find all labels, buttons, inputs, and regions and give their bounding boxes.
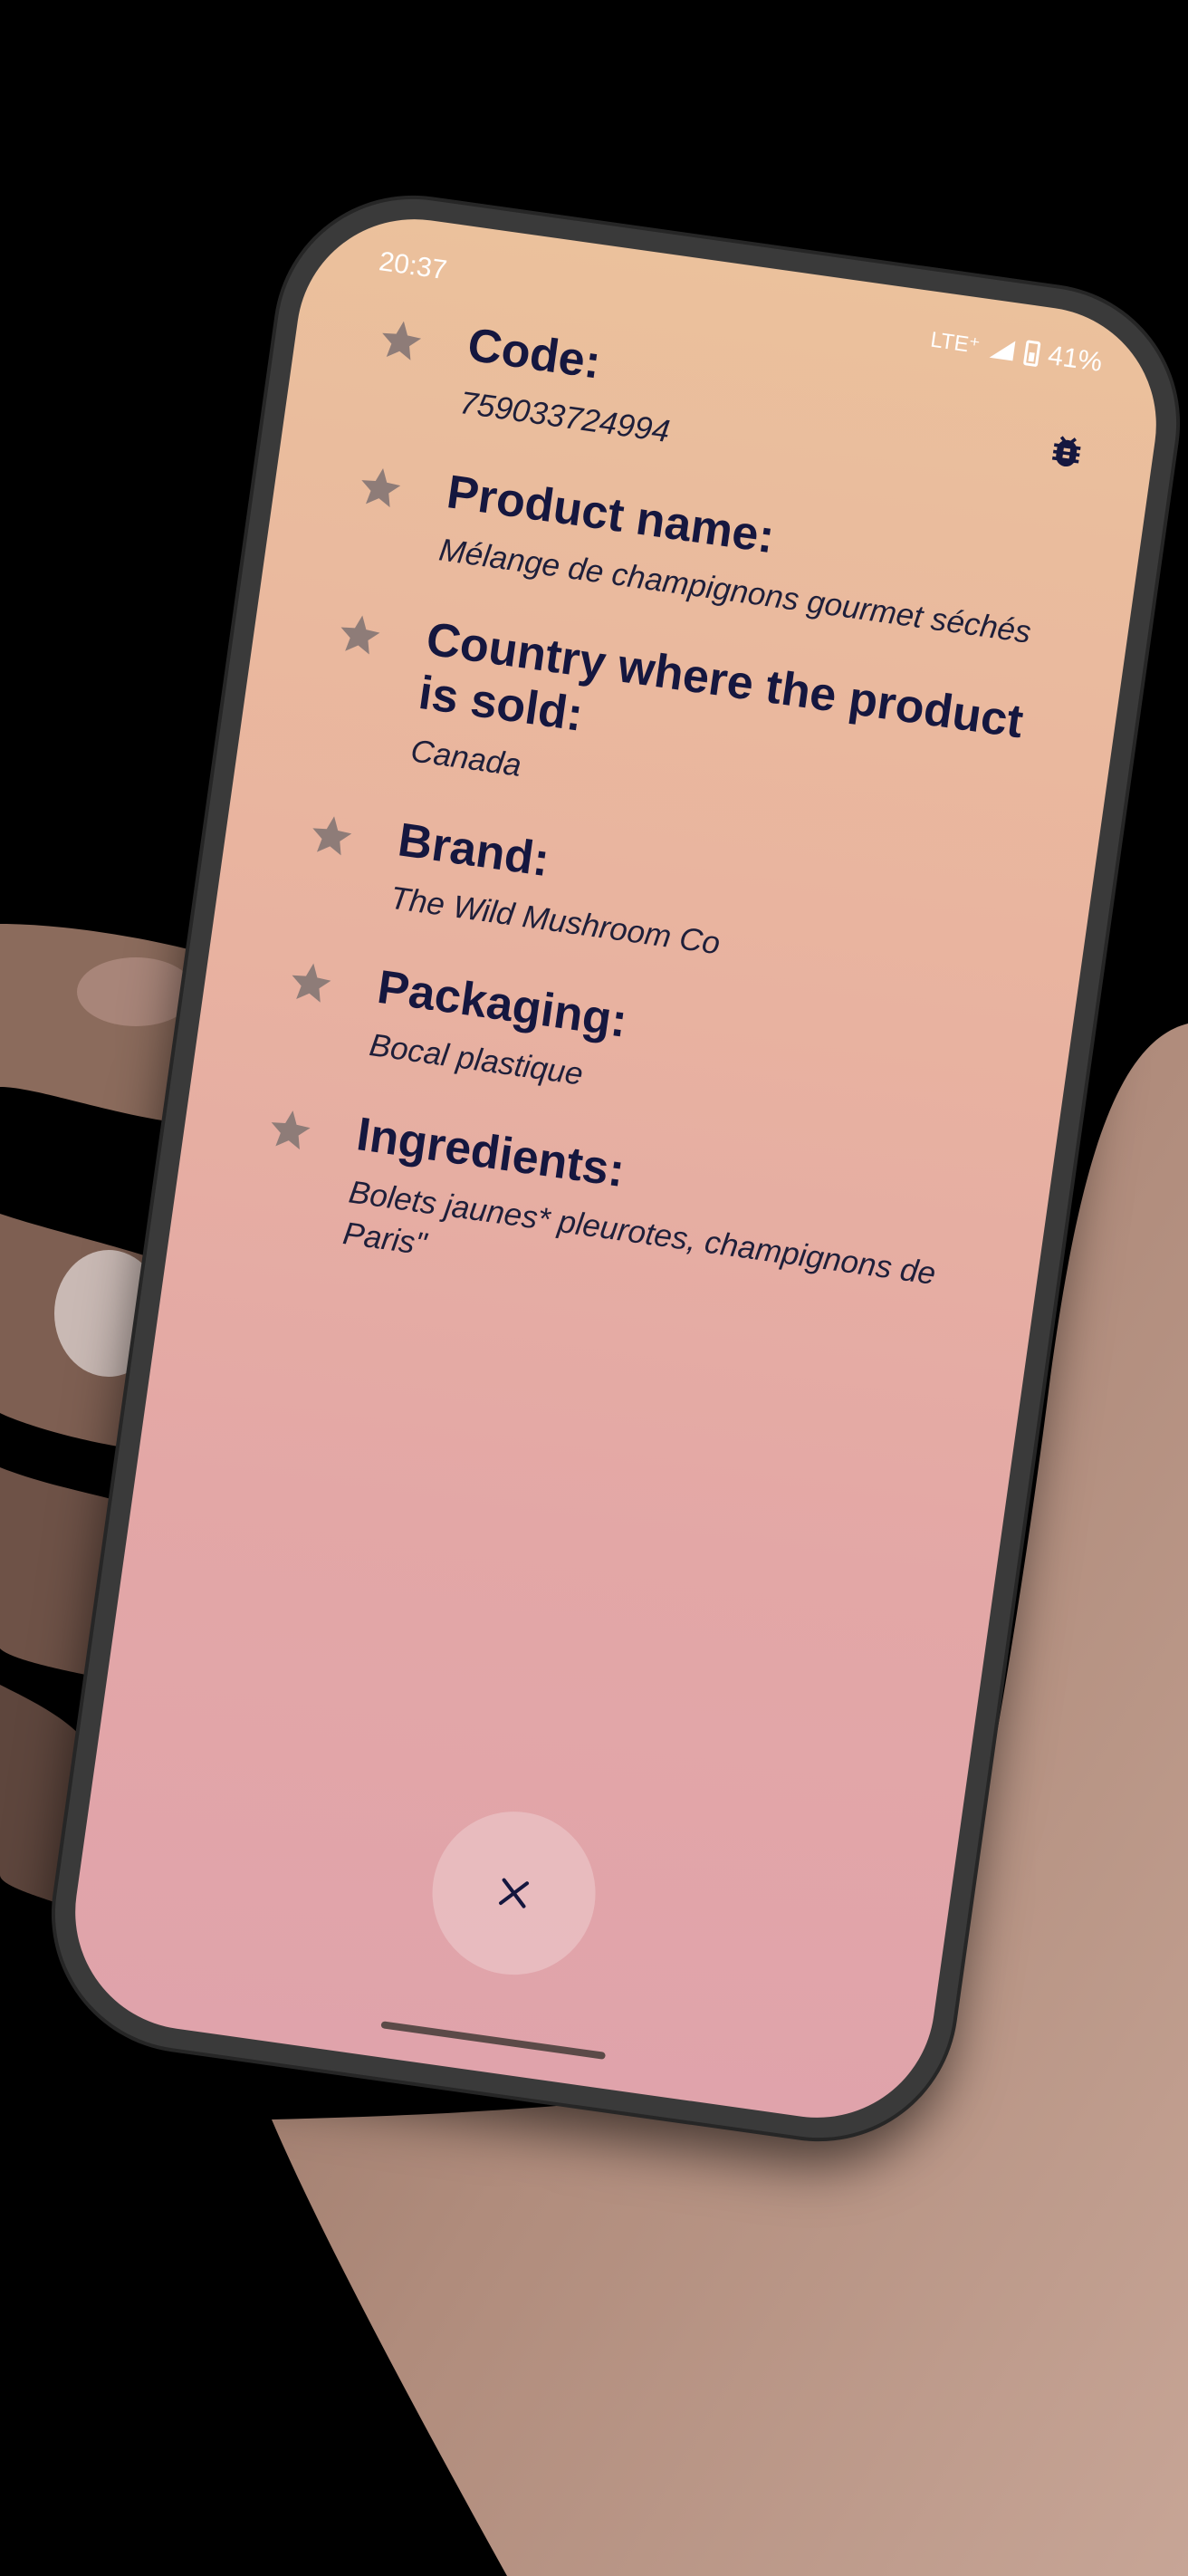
battery-level: 41%: [1046, 340, 1105, 378]
battery-icon: [1022, 340, 1041, 368]
close-icon: [499, 1878, 530, 1908]
close-button[interactable]: [421, 1801, 607, 1985]
star-icon[interactable]: [305, 809, 359, 862]
star-icon[interactable]: [375, 314, 428, 368]
star-icon[interactable]: [333, 609, 387, 662]
home-indicator[interactable]: [380, 2021, 607, 2060]
status-indicators: LTE⁺ 41%: [928, 324, 1104, 379]
status-time: 20:37: [377, 246, 449, 286]
star-icon[interactable]: [284, 956, 338, 1010]
signal-icon: [989, 341, 1016, 361]
network-type: LTE⁺: [928, 327, 982, 359]
product-field-list: Code: 759033724994 Product name: Mélange…: [227, 303, 1087, 1382]
stage: 20:37 LTE⁺ 41% Code: 759033724994 Produc…: [0, 0, 1188, 2576]
star-icon[interactable]: [354, 461, 407, 514]
star-icon[interactable]: [263, 1103, 317, 1157]
